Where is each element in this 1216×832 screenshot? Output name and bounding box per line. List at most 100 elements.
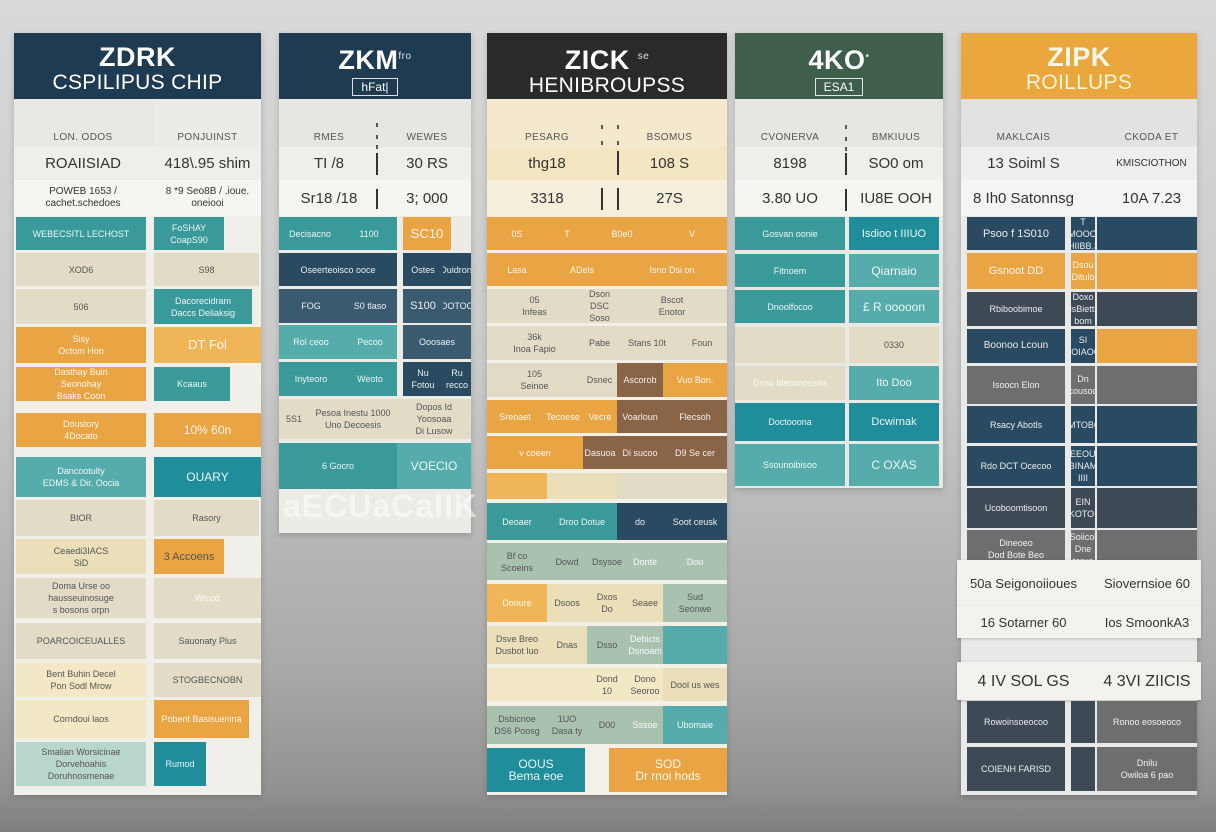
table-cell: FoSHAY CoapS90 [154, 217, 224, 250]
table-cell: Rdo DCT Ocecoo [967, 446, 1065, 486]
panel-zipk: ZIPK ROILLUPS MAKLCAIS CKODA ET 13 Soiml… [957, 33, 1201, 795]
table-row: Ceaedi3IACS SiD 3 Accoens [14, 539, 261, 574]
table-row: Inyteoro Weoto Nu Fotou Ru recco [279, 362, 471, 396]
summary-cell: 3.80 UO [762, 189, 818, 207]
table-cell: Donte [627, 543, 663, 580]
table-row [487, 473, 727, 499]
separator-dot [617, 141, 619, 145]
table-cell: Ascorob [617, 363, 663, 397]
table-row: Lasa ADels Isno Dsi on [487, 253, 727, 286]
table-cell: Rasory [154, 500, 259, 536]
separator-bar [845, 189, 847, 211]
table-row: COIENH FARISD Dnilu Owiloa 6 pao [961, 747, 1197, 791]
table-cell [735, 327, 845, 363]
table-row: Sreoaet Tecoese Vecre Voarloun Flecsoh [487, 400, 727, 433]
table-cell: D00 [587, 706, 627, 744]
highlight-row: 4 IV SOL GS 4 3VI ZIICIS [957, 662, 1201, 700]
table-cell: Doustory 4Docato [16, 413, 146, 447]
table-cell: T AMOOCIIIAHIIBB.33 [1071, 217, 1095, 250]
summary-cell: 3318 [530, 189, 564, 207]
table-cell: Gsnoot DD [967, 253, 1065, 289]
table-cell: Oseerteoisco ooce [279, 253, 397, 286]
table-cell: Dsve Breo Dusbot luo [487, 626, 547, 664]
table-cell: OOUS Bema eoe [487, 748, 585, 792]
summary-row: Sr18 /18 3; 000 [279, 180, 471, 216]
table-cell: 6 Gocro [279, 443, 397, 489]
summary-row: 8 Ih0 Satonnsg 10A 7.23 [961, 180, 1197, 216]
table-cell: Nu Fotou [403, 362, 443, 396]
table-cell: Ronoo eosoeoco [1097, 701, 1197, 743]
separator-dot [845, 147, 847, 151]
table-row: Dnoolfocoo £ R ooooon [735, 290, 943, 323]
table-cell [487, 473, 547, 499]
table-cell: SI ABOIAOCH [1071, 329, 1095, 363]
table-row: OOUS Bema eoe SOD Dr rnoi hods [487, 748, 727, 792]
table-cell: Dool us wes [663, 668, 727, 701]
table-row: Bent Buhin Decel Pon Sodl Mrow STOGBECNOBN [14, 663, 261, 697]
table-cell: Dsnu ideosnouses [735, 366, 845, 400]
panel-title-text: 4KO [808, 45, 866, 75]
table-cell: Pabe [582, 326, 617, 360]
panel-header: ZICK se HENIBROUPSS [487, 33, 727, 99]
table-cell [617, 473, 663, 499]
summary-row: 13 Soiml S KMISCIOTHON [961, 147, 1197, 180]
table-cell: OUARY [154, 457, 261, 497]
table-cell: Rowoinsoeocoo [967, 701, 1065, 743]
highlight-cell: 50a Seigonoiioues [970, 575, 1077, 591]
highlight-cell: Siovernsioe 60 [1104, 575, 1190, 591]
table-cell: Voarloun [617, 400, 663, 433]
summary-cell: 10A 7.23 [1121, 189, 1182, 207]
table-cell: S98 [154, 253, 259, 286]
table-row: Dancootulty EDMS & Dir. Oocia OUARY [14, 457, 261, 497]
table-cell: 1100 [341, 217, 397, 250]
table-cell: Debicts Dsnoam [627, 626, 663, 664]
table-cell: Doma Urse oo hausseuinosuge s bosons orpn [16, 578, 146, 618]
summary-cell: ROAIISIAD [45, 155, 121, 172]
table-cell: Corndoui laos [16, 700, 146, 738]
separator-bar [376, 189, 378, 209]
table-cell: Qiarnaio [849, 254, 939, 287]
table-row: 506 Dacorecidram Daccs Deliaksig [14, 289, 261, 324]
separator-dot [617, 125, 619, 129]
table-row: Rsacy AbotlsSAMTOBOIN [961, 406, 1197, 443]
table-cell [547, 668, 587, 701]
table-cell: Dacorecidram Daccs Deliaksig [154, 289, 252, 324]
table-cell: Di sucoo [617, 436, 663, 469]
separator-bar [617, 151, 619, 175]
table-cell [1097, 488, 1197, 528]
table-cell: Stans 10t [617, 326, 677, 360]
table-row: Dsnu ideosnouses Ito Doo [735, 366, 943, 400]
table-cell [1071, 701, 1095, 743]
table-cell: Seaee [627, 584, 663, 622]
stacked-label: aECUaCaIIK [283, 488, 478, 524]
table-cell: XOD6 [16, 253, 146, 286]
separator-dot [376, 135, 378, 139]
table-cell: Ito Doo [849, 366, 939, 400]
table-row: XOD6 S98 [14, 253, 261, 286]
table-cell: DT Fol [154, 327, 261, 363]
table-cell: Soot ceusk [663, 503, 727, 540]
table-cell: Vecre [583, 400, 617, 433]
summary-cell: SO0 om [868, 155, 924, 172]
table-cell: 05 Infeas [487, 289, 582, 323]
table-cell: SAMTOBOIN [1071, 406, 1095, 443]
panel-subtitle: ROILLUPS [1025, 71, 1133, 94]
summary-row: POWEB 1653 / cachet.schedoes 8 *9 Seo8B … [14, 180, 261, 216]
table-cell: Boonoo Lcoun [967, 329, 1065, 363]
table-row: FOG S0 tlaso S100 OOTOO [279, 289, 471, 323]
separator-dot [376, 123, 378, 127]
table-row: Psoo f 1S010T AMOOCIIIAHIIBB.33 [961, 217, 1197, 250]
table-cell: Decisacno [279, 217, 341, 250]
table-cell [1097, 253, 1197, 289]
table-row: Doustory 4Docato 10% 60n [14, 413, 261, 447]
summary-row: TI /8 30 RS [279, 147, 471, 180]
table-cell: Dsbicnoe DS6 Poosg [487, 706, 547, 744]
table-cell: Ru recco [443, 362, 471, 396]
table-cell: STOGBECNOBN [154, 663, 261, 697]
table-row: Boonoo LcounSI ABOIAOCH [961, 329, 1197, 363]
panel-subtitle: CSPILIPUS CHIP [52, 71, 223, 94]
table-row: Gsnoot DD Dsou Ditulo [961, 253, 1197, 289]
table-cell: C OXAS [849, 444, 939, 486]
table-cell: Bf co Scoeins [487, 543, 547, 580]
table-cell: WEBECSITL LECHOST [16, 217, 146, 250]
